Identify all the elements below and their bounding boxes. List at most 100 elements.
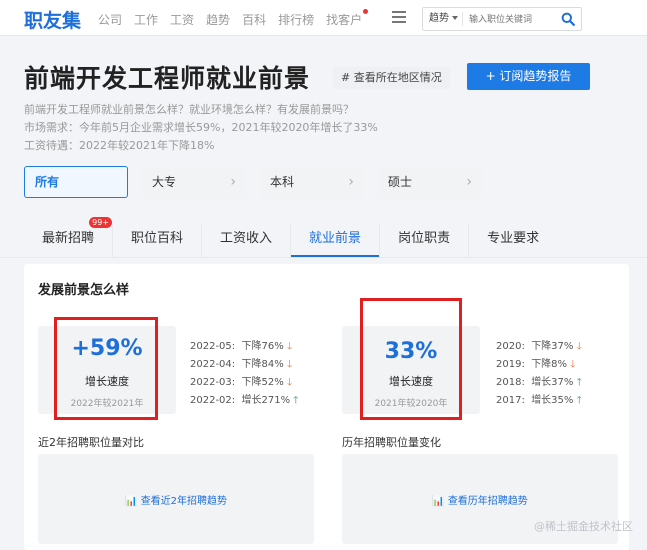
prospects-card: 发展前景怎么样 +59% 增长速度 2022年较2021年 2022-05: 下… (24, 264, 629, 550)
history-change: 下降76% (241, 341, 284, 352)
history-change: 增长37% (531, 377, 574, 388)
top-bar: 职友集 公司 工作 工资 趋势 百科 排行榜 找客户 趋势 (0, 0, 647, 36)
filter-associate[interactable]: 大专 › (142, 166, 246, 198)
nav-find-clients-label: 找客户 (326, 13, 363, 27)
history-period: 2022-05: (190, 341, 236, 352)
filter-label: 大专 (152, 175, 177, 189)
nav-find-clients[interactable]: 找客户 (326, 9, 369, 28)
chevron-right-icon: › (230, 174, 236, 190)
tab-latest-jobs[interactable]: 最新招聘 99+ (24, 217, 114, 257)
nav-wiki[interactable]: 百科 (242, 11, 266, 28)
menu-icon[interactable] (392, 11, 406, 23)
history-period: 2022-02: (190, 395, 236, 406)
history-row: 2020: 下降37% 🡓 (496, 338, 582, 356)
history-row: 2022-02: 增长271% 🡑 (190, 392, 299, 410)
history-row: 2022-03: 下降52% 🡓 (190, 374, 299, 392)
subscribe-report-button[interactable]: + 订阅趋势报告 (467, 63, 590, 90)
history-period: 2022-04: (190, 359, 236, 370)
view-local-button[interactable]: # 查看所在地区情况 (333, 67, 450, 89)
history-period: 2019: (496, 359, 525, 370)
history-change: 增长35% (531, 395, 574, 406)
tab-requirements[interactable]: 专业要求 (469, 225, 557, 257)
history-change: 增长271% (241, 395, 291, 406)
job-volume-compare-panel: 📊 查看近2年招聘趋势 (38, 454, 314, 544)
search-scope-label: 趋势 (429, 13, 449, 24)
tabs-divider (0, 257, 647, 258)
search-input[interactable] (463, 14, 549, 24)
history-change: 下降37% (531, 341, 574, 352)
filter-bachelor[interactable]: 本科 › (260, 166, 364, 198)
history-period: 2022-03: (190, 377, 236, 388)
history-change: 下降84% (241, 359, 284, 370)
view-2y-trend-link[interactable]: 📊 查看近2年招聘趋势 (38, 492, 314, 507)
tab-salary[interactable]: 工资收入 (202, 225, 292, 257)
chevron-right-icon: › (348, 174, 354, 190)
highlight-frame (54, 317, 158, 420)
tab-label: 工资收入 (220, 231, 273, 246)
tab-duties[interactable]: 岗位职责 (380, 225, 470, 257)
tab-job-wiki[interactable]: 职位百科 (113, 225, 203, 257)
site-logo[interactable]: 职友集 (24, 6, 81, 33)
search-box: 趋势 (422, 7, 582, 31)
arrow-up-icon: 🡑 (576, 377, 582, 388)
nav-salary[interactable]: 工资 (170, 11, 194, 28)
yearly-history: 2020: 下降37% 🡓 2019: 下降8% 🡓 2018: 增长37% 🡑… (496, 338, 582, 410)
arrow-down-icon: 🡓 (286, 359, 293, 370)
bar-chart-icon: 📊 (432, 496, 445, 507)
view-history-trend-label: 查看历年招聘趋势 (447, 496, 528, 507)
view-history-trend-link[interactable]: 📊 查看历年招聘趋势 (342, 492, 618, 507)
history-period: 2017: (496, 395, 525, 406)
history-change: 下降8% (531, 359, 568, 370)
search-icon[interactable] (561, 12, 575, 26)
history-row: 2017: 增长35% 🡑 (496, 392, 582, 410)
filter-label: 本科 (270, 175, 295, 189)
arrow-down-icon: 🡓 (286, 341, 293, 352)
nav-jobs[interactable]: 工作 (134, 11, 158, 28)
arrow-up-icon: 🡑 (293, 395, 299, 406)
history-period: 2018: (496, 377, 525, 388)
notification-dot (363, 9, 369, 14)
desc-line-demand: 市场需求：今年前5月企业需求增长59%，2021年较2020年增长了33% (24, 121, 378, 134)
page-title: 前端开发工程师就业前景 (24, 64, 311, 93)
filter-all[interactable]: 所有 (24, 166, 128, 198)
desc-line-intro: 前端开发工程师就业前景怎么样？就业环境怎么样？有发展前景吗？ (24, 103, 354, 116)
search-scope-select[interactable]: 趋势 (423, 12, 463, 26)
job-volume-compare-title: 近2年招聘职位量对比 (38, 436, 144, 449)
history-row: 2019: 下降8% 🡓 (496, 356, 582, 374)
highlight-frame (360, 298, 462, 420)
bar-chart-icon: 📊 (124, 496, 138, 507)
chevron-right-icon: › (466, 174, 472, 190)
arrow-down-icon: 🡓 (576, 341, 582, 352)
job-volume-history-title: 历年招聘职位量变化 (342, 436, 441, 449)
arrow-down-icon: 🡓 (286, 377, 293, 388)
prospects-title: 发展前景怎么样 (38, 283, 130, 298)
monthly-history: 2022-05: 下降76% 🡓 2022-04: 下降84% 🡓 2022-0… (190, 338, 299, 410)
filter-label: 硕士 (388, 175, 413, 189)
tab-label: 专业要求 (487, 231, 540, 246)
nav-trends[interactable]: 趋势 (206, 11, 230, 28)
section-tabs: 最新招聘 99+ 职位百科 工资收入 就业前景 岗位职责 专业要求 (24, 217, 557, 257)
tab-prospects[interactable]: 就业前景 (291, 225, 381, 257)
filter-master[interactable]: 硕士 › (378, 166, 482, 198)
history-row: 2022-04: 下降84% 🡓 (190, 356, 299, 374)
history-period: 2020: (496, 341, 525, 352)
view-2y-trend-label: 查看近2年招聘趋势 (140, 496, 227, 507)
tab-label: 最新招聘 (42, 231, 95, 246)
main-nav: 公司 工作 工资 趋势 百科 排行榜 找客户 (98, 9, 369, 28)
history-change: 下降52% (241, 377, 284, 388)
arrow-down-icon: 🡓 (570, 359, 576, 370)
chevron-down-icon (452, 16, 458, 20)
desc-line-salary: 工资待遇：2022年较2021年下降18% (24, 139, 215, 152)
filter-label: 所有 (35, 175, 60, 189)
history-row: 2022-05: 下降76% 🡓 (190, 338, 299, 356)
watermark: @稀土掘金技术社区 (534, 520, 633, 533)
tab-label: 职位百科 (131, 231, 184, 246)
tab-label: 岗位职责 (398, 231, 451, 246)
tab-label: 就业前景 (309, 231, 362, 246)
nav-rankings[interactable]: 排行榜 (278, 11, 314, 28)
history-row: 2018: 增长37% 🡑 (496, 374, 582, 392)
education-filters: 所有 大专 › 本科 › 硕士 › (24, 166, 482, 198)
nav-company[interactable]: 公司 (98, 11, 122, 28)
jobs-count-badge: 99+ (89, 217, 113, 228)
arrow-up-icon: 🡑 (576, 395, 582, 406)
